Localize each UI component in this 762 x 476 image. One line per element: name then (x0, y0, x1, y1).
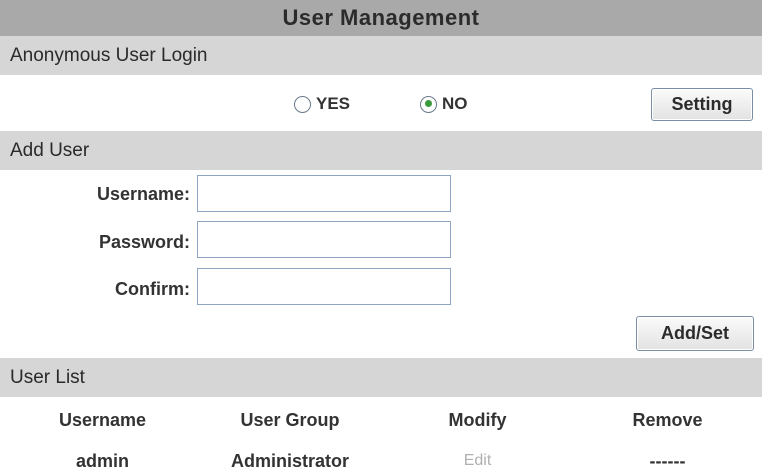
cell-user-group: Administrator (230, 451, 349, 471)
add-set-button[interactable]: Add/Set (636, 316, 754, 351)
cell-username: admin (75, 451, 129, 471)
column-header-remove: Remove (632, 410, 703, 430)
username-label: Username: (96, 184, 190, 204)
confirm-field[interactable] (197, 268, 451, 305)
radio-yes-label[interactable]: YES (316, 94, 350, 114)
column-header-user-group: User Group (240, 410, 340, 430)
page-title: User Management (0, 0, 762, 36)
edit-link[interactable]: Edit (400, 452, 555, 470)
password-field[interactable] (197, 221, 451, 258)
cell-remove: ------ (649, 451, 686, 471)
radio-no-option[interactable]: NO (420, 94, 468, 114)
user-management-page: User Management Anonymous User Login YES… (0, 0, 762, 476)
radio-yes-option[interactable]: YES (294, 94, 350, 114)
radio-yes-icon[interactable] (294, 95, 311, 113)
section-anonymous-login: Anonymous User Login (0, 36, 762, 75)
radio-no-label[interactable]: NO (442, 94, 468, 114)
radio-no-icon[interactable] (420, 95, 437, 113)
password-label: Password: (98, 232, 190, 252)
section-user-list: User List (0, 358, 762, 397)
column-header-modify: Modify (448, 410, 507, 430)
username-field[interactable] (197, 175, 451, 212)
setting-button[interactable]: Setting (651, 88, 753, 121)
confirm-label: Confirm: (115, 279, 190, 299)
section-add-user: Add User (0, 131, 762, 170)
column-header-username: Username (58, 410, 147, 430)
